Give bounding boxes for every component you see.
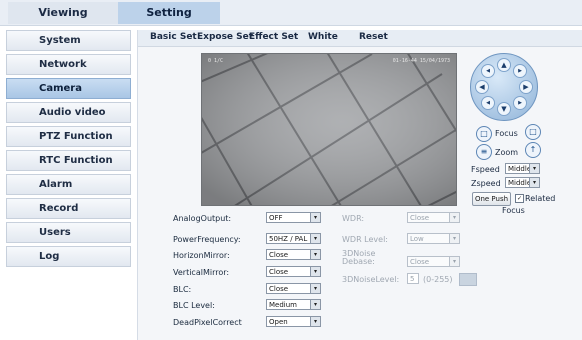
noise-debase-label: 3DNoise Debase: — [342, 249, 376, 266]
blc-level-value: Medium — [269, 301, 297, 309]
noise-level-value: 5 — [410, 275, 415, 283]
analog-output-label: AnalogOutput: — [173, 214, 232, 223]
chevron-down-icon: ▾ — [449, 234, 459, 243]
tab-viewing[interactable]: Viewing — [8, 2, 118, 24]
wdr-value: Close — [410, 214, 430, 222]
chevron-down-icon: ▾ — [310, 234, 320, 243]
vertical-mirror-select[interactable]: Close ▾ — [266, 266, 321, 277]
related-label: Related — [525, 194, 556, 203]
ptz-down-left-icon[interactable]: ◀ — [481, 96, 495, 110]
focus-near-icon[interactable]: □ — [476, 126, 492, 142]
sidebar-item-record[interactable]: Record — [6, 198, 131, 219]
noise-level-apply-button[interactable] — [459, 273, 477, 286]
top-nav-bar: Viewing Setting — [0, 0, 582, 26]
chevron-down-icon: ▾ — [310, 300, 320, 309]
sidebar-item-audio-video[interactable]: Audio video — [6, 102, 131, 123]
ptz-direction-pad[interactable]: ▲ ▼ ◀ ▶ ◀ ▶ ◀ ▶ — [470, 53, 538, 121]
chevron-down-icon: ▾ — [310, 284, 320, 293]
zspeed-select[interactable]: Middle ▾ — [505, 177, 540, 188]
blc-level-select[interactable]: Medium ▾ — [266, 299, 321, 310]
related-checkbox[interactable]: ✓ — [515, 194, 524, 203]
power-frequency-label: PowerFrequency: — [173, 235, 241, 244]
sidebar-item-ptz-function[interactable]: PTZ Function — [6, 126, 131, 147]
noise-level-range: (0-255) — [423, 275, 453, 284]
sub-tab-bar: Basic Set Expose Set Effect Set White Re… — [138, 30, 582, 47]
video-preview[interactable]: 0 1/C 01-16-44 15/04/1973 — [201, 53, 457, 206]
horizon-mirror-select[interactable]: Close ▾ — [266, 249, 321, 260]
chevron-down-icon: ▾ — [529, 178, 539, 187]
ptz-up-icon[interactable]: ▲ — [497, 58, 511, 72]
vertical-mirror-label: VerticalMirror: — [173, 268, 230, 277]
osd-channel: 0 1/C — [208, 58, 224, 64]
blc-level-label: BLC Level: — [173, 301, 215, 310]
video-frame — [202, 54, 456, 205]
tab-reset[interactable]: Reset — [359, 32, 388, 42]
sidebar-item-alarm[interactable]: Alarm — [6, 174, 131, 195]
wdr-level-value: Low — [410, 235, 424, 243]
chevron-down-icon: ▾ — [449, 213, 459, 222]
focus-caption: Focus — [502, 206, 525, 215]
noise-level-label: 3DNoiseLevel: — [342, 275, 400, 284]
dead-pixel-correct-select[interactable]: Open ▾ — [266, 316, 321, 327]
dead-pixel-correct-label: DeadPixelCorrect — [173, 318, 242, 327]
focus-label: Focus — [495, 129, 518, 138]
analog-output-value: OFF — [269, 214, 283, 222]
fspeed-value: Middle — [508, 165, 532, 173]
analog-output-select[interactable]: OFF ▾ — [266, 212, 321, 223]
ptz-left-icon[interactable]: ◀ — [475, 80, 489, 94]
chevron-down-icon: ▾ — [310, 213, 320, 222]
tab-expose-set[interactable]: Expose Set — [197, 32, 253, 42]
ptz-right-icon[interactable]: ▶ — [519, 80, 533, 94]
sidebar-item-network[interactable]: Network — [6, 54, 131, 75]
zoom-in-icon[interactable]: ↑ — [525, 142, 541, 158]
wdr-select[interactable]: Close ▾ — [407, 212, 460, 223]
wdr-level-label: WDR Level: — [342, 235, 388, 244]
sidebar-item-system[interactable]: System — [6, 30, 131, 51]
noise-debase-value: Close — [410, 258, 430, 266]
noise-level-input[interactable]: 5 — [407, 273, 419, 284]
dead-pixel-correct-value: Open — [269, 318, 288, 326]
chevron-down-icon: ▾ — [310, 250, 320, 259]
chevron-down-icon: ▾ — [310, 317, 320, 326]
horizon-mirror-label: HorizonMirror: — [173, 251, 230, 260]
horizon-mirror-value: Close — [269, 251, 289, 259]
wdr-label: WDR: — [342, 214, 365, 223]
sidebar: System Network Camera Audio video PTZ Fu… — [6, 30, 131, 270]
tab-effect-set[interactable]: Effect Set — [249, 32, 298, 42]
ptz-up-left-icon[interactable]: ◀ — [481, 64, 495, 78]
vertical-mirror-value: Close — [269, 268, 289, 276]
chevron-down-icon: ▾ — [449, 257, 459, 266]
focus-far-icon[interactable]: □ — [525, 124, 541, 140]
fspeed-label: Fspeed — [471, 165, 500, 174]
zspeed-value: Middle — [508, 179, 532, 187]
ptz-up-right-icon[interactable]: ▶ — [513, 64, 527, 78]
wdr-level-select[interactable]: Low ▾ — [407, 233, 460, 244]
blc-select[interactable]: Close ▾ — [266, 283, 321, 294]
ptz-down-icon[interactable]: ▼ — [497, 102, 511, 116]
chevron-down-icon: ▾ — [529, 164, 539, 173]
chevron-down-icon: ▾ — [310, 267, 320, 276]
ptz-down-right-icon[interactable]: ▶ — [513, 96, 527, 110]
osd-timestamp: 01-16-44 15/04/1973 — [392, 58, 450, 64]
sidebar-item-camera[interactable]: Camera — [6, 78, 131, 99]
zoom-out-icon[interactable]: ≡ — [476, 144, 492, 160]
power-frequency-value: 50HZ / PAL — [269, 235, 308, 243]
sidebar-item-log[interactable]: Log — [6, 246, 131, 267]
tab-setting[interactable]: Setting — [118, 2, 220, 24]
blc-label: BLC: — [173, 285, 192, 294]
tab-basic-set[interactable]: Basic Set — [150, 32, 197, 42]
blc-value: Close — [269, 285, 289, 293]
one-push-button[interactable]: One Push — [472, 192, 511, 206]
zoom-label: Zoom — [495, 148, 519, 157]
sidebar-item-users[interactable]: Users — [6, 222, 131, 243]
power-frequency-select[interactable]: 50HZ / PAL ▾ — [266, 233, 321, 244]
sidebar-item-rtc-function[interactable]: RTC Function — [6, 150, 131, 171]
fspeed-select[interactable]: Middle ▾ — [505, 163, 540, 174]
noise-debase-select[interactable]: Close ▾ — [407, 256, 460, 267]
tab-white[interactable]: White — [308, 32, 338, 42]
zspeed-label: Zspeed — [471, 179, 501, 188]
